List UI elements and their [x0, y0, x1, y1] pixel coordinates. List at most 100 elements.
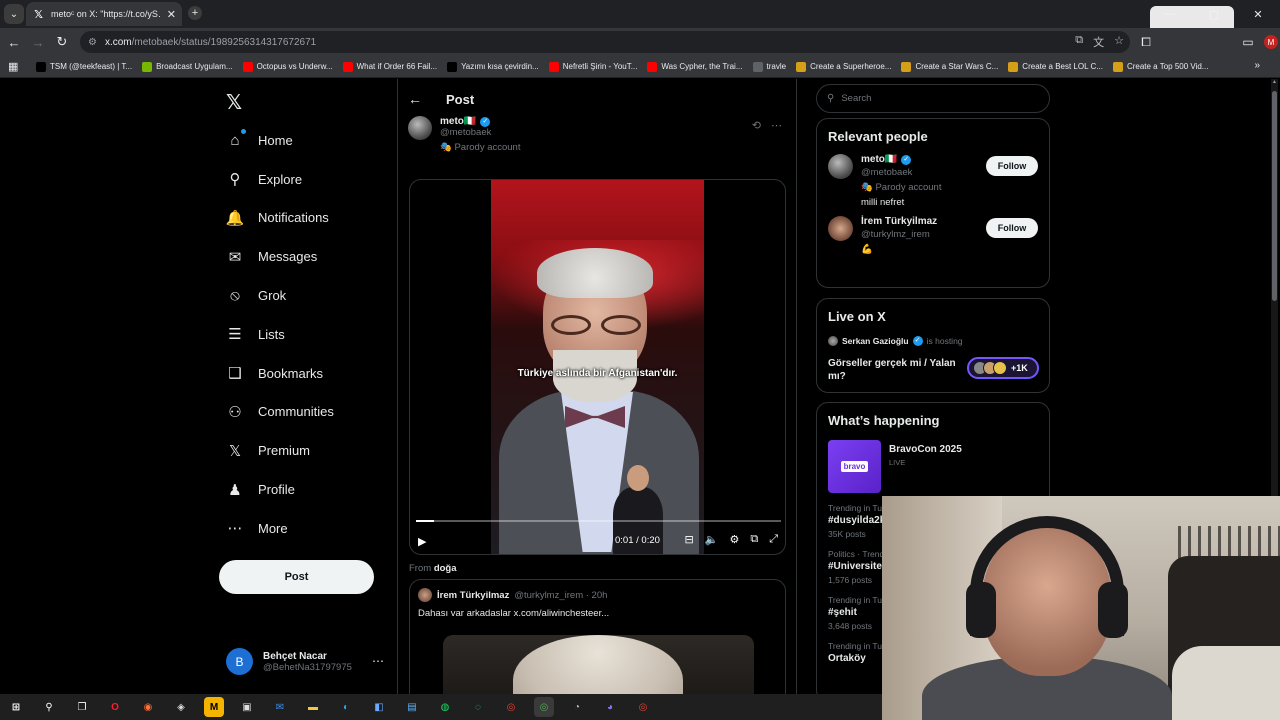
tab-close-icon[interactable]: ✕: [167, 8, 176, 21]
author-name-row[interactable]: meto🇮🇹 ✓: [440, 116, 520, 127]
account-switcher[interactable]: B Behçet Nacar @BehetNa31797975 ⋯: [226, 648, 386, 675]
whatsapp-icon[interactable]: ◌: [468, 697, 488, 717]
apps-grid-icon[interactable]: ▦: [8, 60, 22, 73]
translate-icon[interactable]: 文: [1093, 34, 1104, 50]
search-icon[interactable]: ⚲: [39, 697, 59, 717]
scroll-thumb[interactable]: [1272, 91, 1277, 301]
space-listeners-pill[interactable]: +1K: [967, 357, 1039, 379]
relevant-person[interactable]: İrem Türkyilmaz @turkylmz_irem 💪 Follow: [817, 208, 1049, 255]
bookmark-item[interactable]: What if Order 66 Fail...: [342, 61, 437, 72]
bookmark-item[interactable]: Octopus vs Underw...: [242, 61, 333, 72]
bookmark-item[interactable]: Yazımı kısa çevirdin...: [447, 61, 539, 72]
photos-icon[interactable]: ▤: [402, 697, 422, 717]
post-author[interactable]: meto🇮🇹 ✓ @metobaek 🎭 Parody account: [408, 116, 520, 153]
account-more-icon[interactable]: ⋯: [372, 654, 384, 668]
sidebar-icon[interactable]: ▭: [1240, 34, 1256, 50]
install-app-icon[interactable]: ⧉: [1075, 34, 1083, 50]
nav-item-more[interactable]: ⋯ More: [222, 509, 334, 548]
nav-item-profile[interactable]: ♟ Profile: [222, 470, 334, 509]
space-title[interactable]: Görseller gerçek mi / Yalan mı?: [828, 357, 958, 383]
profile-avatar[interactable]: M: [1264, 35, 1278, 49]
featured-trend[interactable]: bravo BravoCon 2025 LIVE: [817, 428, 1049, 493]
bookmark-item[interactable]: Create a Superheroe...: [796, 61, 891, 72]
live-host[interactable]: Serkan Gazioğlu ✓ is hosting: [817, 324, 1049, 346]
bookmark-item[interactable]: Broadcast Uygulam...: [142, 61, 233, 72]
search-box[interactable]: ⚲: [816, 84, 1050, 113]
edge-icon[interactable]: ◐: [336, 697, 356, 717]
relevant-person[interactable]: meto🇮🇹 ✓ @metobaek 🎭 Parody account milli…: [817, 144, 1049, 208]
grok-explain-icon[interactable]: ⟲: [752, 119, 761, 132]
bookmark-item[interactable]: Create a Star Wars C...: [901, 61, 998, 72]
address-bar[interactable]: ⚙ x.com/metobaek/status/1989256314317672…: [80, 31, 1130, 53]
opera-icon[interactable]: O: [105, 697, 125, 717]
browser-tab[interactable]: 𝕏 metoᶜ on X: "https://t.co/yS… ✕: [26, 2, 182, 26]
person-avatar[interactable]: [828, 154, 853, 179]
captions-icon[interactable]: ⊟: [685, 533, 694, 546]
nav-item-grok[interactable]: ⦸ Grok: [222, 276, 334, 315]
back-arrow-icon[interactable]: ←: [408, 91, 422, 107]
discord-icon[interactable]: ◕: [600, 697, 620, 717]
bookmark-item[interactable]: Was Cypher, the Trai...: [647, 61, 743, 72]
nvidia-icon: [142, 61, 153, 72]
nav-item-home[interactable]: ⌂ Home: [222, 121, 334, 160]
more-bookmarks-icon[interactable]: »: [1254, 60, 1260, 71]
nav-item-notifications[interactable]: 🔔 Notifications: [222, 199, 334, 238]
nav-item-lists[interactable]: ☰ Lists: [222, 315, 334, 354]
bookmark-item[interactable]: Nefretli Şirin - YouT...: [548, 61, 637, 72]
video-player[interactable]: Türkiye aslında bir Afganistan'dır. ▶ 0:…: [409, 179, 786, 555]
nav-item-explore[interactable]: ⚲ Explore: [222, 160, 334, 199]
extensions-icon[interactable]: ⧠: [1138, 34, 1154, 50]
follow-button[interactable]: Follow: [986, 218, 1038, 238]
volume-icon[interactable]: 🔈: [705, 533, 719, 546]
bookmark-star-icon[interactable]: ☆: [1114, 34, 1124, 50]
m-app-icon[interactable]: M: [204, 697, 224, 717]
tab-search-button[interactable]: ⌄: [4, 4, 24, 24]
video-progress-bar[interactable]: [416, 520, 781, 522]
file-explorer-icon[interactable]: ▬: [303, 697, 323, 717]
follow-button[interactable]: Follow: [986, 156, 1038, 176]
video-time: 0:01 / 0:20: [615, 535, 660, 546]
post-more-icon[interactable]: ⋯: [771, 119, 782, 132]
fullscreen-icon[interactable]: ⤢: [769, 533, 778, 546]
windows-start-icon[interactable]: ⊞: [6, 697, 26, 717]
video-subtitle: Türkiye aslında bir Afganistan'dır.: [517, 368, 678, 379]
close-window-button[interactable]: ✕: [1236, 0, 1280, 28]
pip-icon[interactable]: ⧉: [750, 533, 758, 546]
scroll-up-icon[interactable]: ▲: [1271, 79, 1278, 87]
bookmark-item[interactable]: Create a Best LOL C...: [1008, 61, 1103, 72]
post-button[interactable]: Post: [219, 560, 374, 594]
nav-item-messages[interactable]: ✉ Messages: [222, 237, 334, 276]
back-icon[interactable]: ←: [6, 34, 22, 50]
nav-item-bookmarks[interactable]: ❑ Bookmarks: [222, 354, 334, 393]
store-icon[interactable]: ▣: [237, 697, 257, 717]
nav-item-premium[interactable]: 𝕏 Premium: [222, 431, 334, 470]
chrome-profile-icon[interactable]: ◎: [633, 697, 653, 717]
forward-icon[interactable]: →: [30, 34, 46, 50]
settings-gear-icon[interactable]: ⚙: [729, 533, 739, 546]
post-header: ← Post: [408, 91, 474, 107]
search-input[interactable]: [841, 93, 1022, 104]
task-view-icon[interactable]: ❐: [72, 697, 92, 717]
mail-icon[interactable]: ✉: [270, 697, 290, 717]
source-name[interactable]: doğa: [434, 563, 457, 574]
person-avatar[interactable]: [828, 216, 853, 241]
play-icon[interactable]: ▶: [418, 535, 432, 548]
nav-item-communities[interactable]: ⚇ Communities: [222, 393, 334, 432]
bookmark-item[interactable]: Create a Top 500 Vid...: [1112, 61, 1208, 72]
quoted-post[interactable]: İrem Türkyilmaz @turkylmz_irem · 20h Dah…: [409, 579, 786, 709]
reload-icon[interactable]: ↻: [54, 34, 70, 50]
app-icon[interactable]: ◧: [369, 697, 389, 717]
site-info-icon[interactable]: ⚙: [88, 37, 97, 48]
firefox-icon[interactable]: ◉: [138, 697, 158, 717]
app-icon[interactable]: ◔: [567, 697, 587, 717]
bookmark-item[interactable]: TSM (@teekfeast) | T...: [36, 61, 132, 72]
app-icon[interactable]: ◈: [171, 697, 191, 717]
author-avatar[interactable]: [408, 116, 432, 140]
chrome-icon[interactable]: ◎: [501, 697, 521, 717]
x-logo-icon[interactable]: 𝕏: [226, 90, 242, 115]
chrome-active-icon[interactable]: ◎: [534, 697, 554, 717]
new-tab-button[interactable]: +: [188, 6, 202, 20]
globe-icon: [752, 61, 763, 72]
spotify-icon[interactable]: ◍: [435, 697, 455, 717]
bookmark-item[interactable]: travle: [752, 61, 786, 72]
